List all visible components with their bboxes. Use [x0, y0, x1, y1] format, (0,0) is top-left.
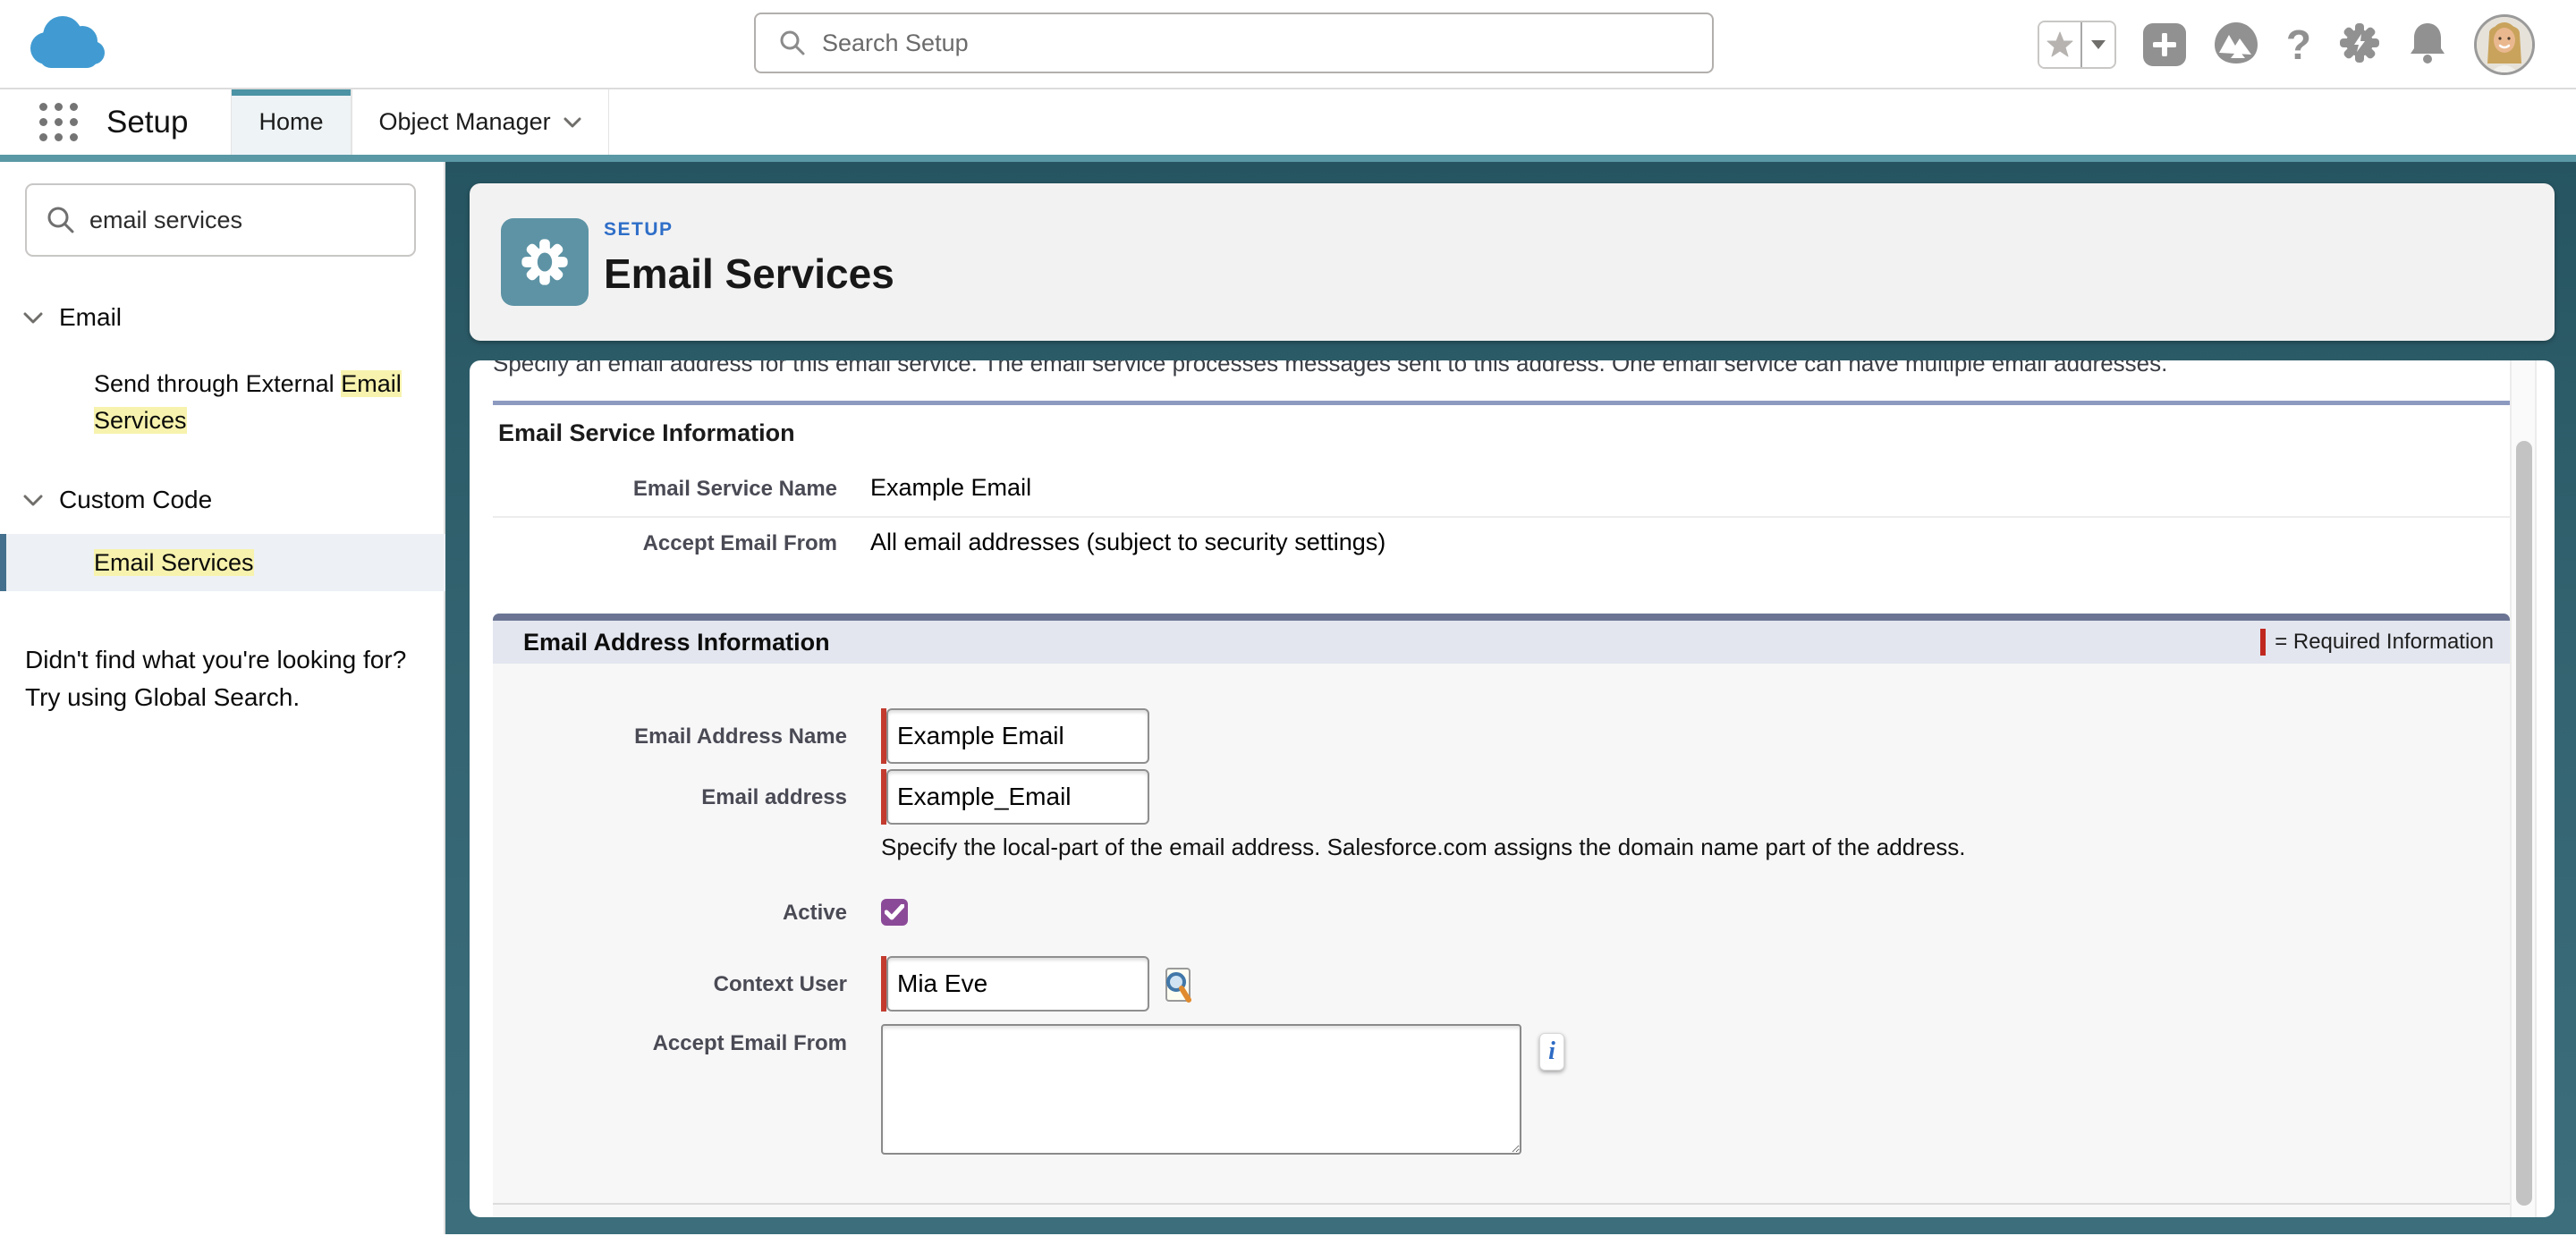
email-service-information-heading: Email Service Information	[493, 405, 2510, 463]
checkmark-icon	[885, 904, 904, 920]
setup-nav-bar: Setup Home Object Manager	[0, 89, 2576, 162]
setup-gear-tile-icon	[501, 218, 589, 306]
search-icon	[47, 206, 75, 234]
chevron-down-icon	[23, 495, 43, 506]
scrollbar-thumb[interactable]	[2516, 441, 2532, 1206]
main-workspace: SETUP Email Services Specify an email ad…	[445, 162, 2576, 1234]
info-icon[interactable]: i	[1539, 1033, 1564, 1071]
setup-sidebar: Email Send through External Email Servic…	[0, 162, 445, 1234]
email-address-information-heading: Email Address Information	[523, 629, 830, 656]
tab-object-manager[interactable]: Object Manager	[352, 89, 609, 155]
sidebar-item-send-through-external-email-services[interactable]: Send through External Email Services	[0, 366, 420, 439]
quick-create-plus-icon[interactable]	[2143, 23, 2186, 66]
section-top-bar	[493, 614, 2510, 621]
required-legend: = Required Information	[2260, 629, 2494, 656]
accept-email-from-textarea[interactable]	[881, 1024, 1521, 1155]
app-name: Setup	[106, 105, 188, 140]
notifications-bell-icon[interactable]	[2408, 21, 2447, 69]
help-icon[interactable]: ?	[2286, 24, 2311, 65]
tab-home[interactable]: Home	[231, 89, 351, 155]
email-address-help-text: Specify the local-part of the email addr…	[881, 834, 2510, 861]
detail-row: Email Service Name Example Email	[493, 463, 2510, 516]
salesforce-logo-icon	[25, 13, 107, 76]
page-header-card: SETUP Email Services	[470, 183, 2555, 341]
lookup-magnifier-icon[interactable]	[1162, 967, 1194, 1009]
field-accept-email-from: Accept Email From i	[493, 1024, 2510, 1155]
sidebar-quick-find-input[interactable]	[89, 207, 414, 234]
global-search[interactable]	[754, 13, 1714, 73]
sidebar-quick-find[interactable]	[25, 183, 416, 257]
field-email-address: Email address	[493, 769, 2510, 825]
favorites-dropdown-icon[interactable]	[2080, 22, 2114, 67]
field-email-address-name: Email Address Name	[493, 708, 2510, 764]
sidebar-group-custom-code[interactable]: Custom Code	[0, 486, 444, 514]
favorites-split-button[interactable]	[2038, 21, 2116, 69]
active-checkbox[interactable]	[881, 899, 908, 926]
detail-row: Accept Email From All email addresses (s…	[493, 516, 2510, 571]
sidebar-group-email[interactable]: Email	[0, 303, 444, 332]
user-avatar[interactable]	[2474, 14, 2535, 75]
page-eyebrow: SETUP	[604, 219, 894, 241]
chevron-down-icon	[564, 117, 581, 128]
favorites-star-icon[interactable]	[2039, 22, 2080, 67]
global-header: ?	[0, 0, 2576, 89]
email-address-name-input[interactable]	[886, 708, 1149, 764]
sidebar-item-email-services[interactable]: Email Services	[0, 534, 445, 591]
search-icon	[779, 30, 806, 56]
setup-gear-icon[interactable]	[2338, 21, 2381, 69]
page-title: Email Services	[604, 250, 894, 298]
content-panel: Specify an email address for this email …	[470, 360, 2555, 1217]
context-user-input[interactable]	[886, 956, 1149, 1012]
intro-text: Specify an email address for this email …	[493, 360, 2510, 377]
global-search-input[interactable]	[822, 30, 1712, 57]
form-button-bar: Save Save and New Cancel	[493, 1203, 2510, 1217]
content-scrollbar[interactable]	[2510, 360, 2537, 1217]
field-context-user: Context User	[493, 956, 2510, 1012]
required-red-bar	[2260, 629, 2266, 656]
field-active: Active	[493, 897, 2510, 926]
chevron-down-icon	[23, 312, 43, 324]
email-address-information-section: Email Address Information = Required Inf…	[493, 614, 2510, 1217]
email-address-input[interactable]	[886, 769, 1149, 825]
sidebar-footer-hint: Didn't find what you're looking for? Try…	[25, 641, 410, 716]
trailhead-guidance-icon[interactable]	[2213, 21, 2259, 70]
app-launcher-icon[interactable]	[39, 103, 78, 141]
